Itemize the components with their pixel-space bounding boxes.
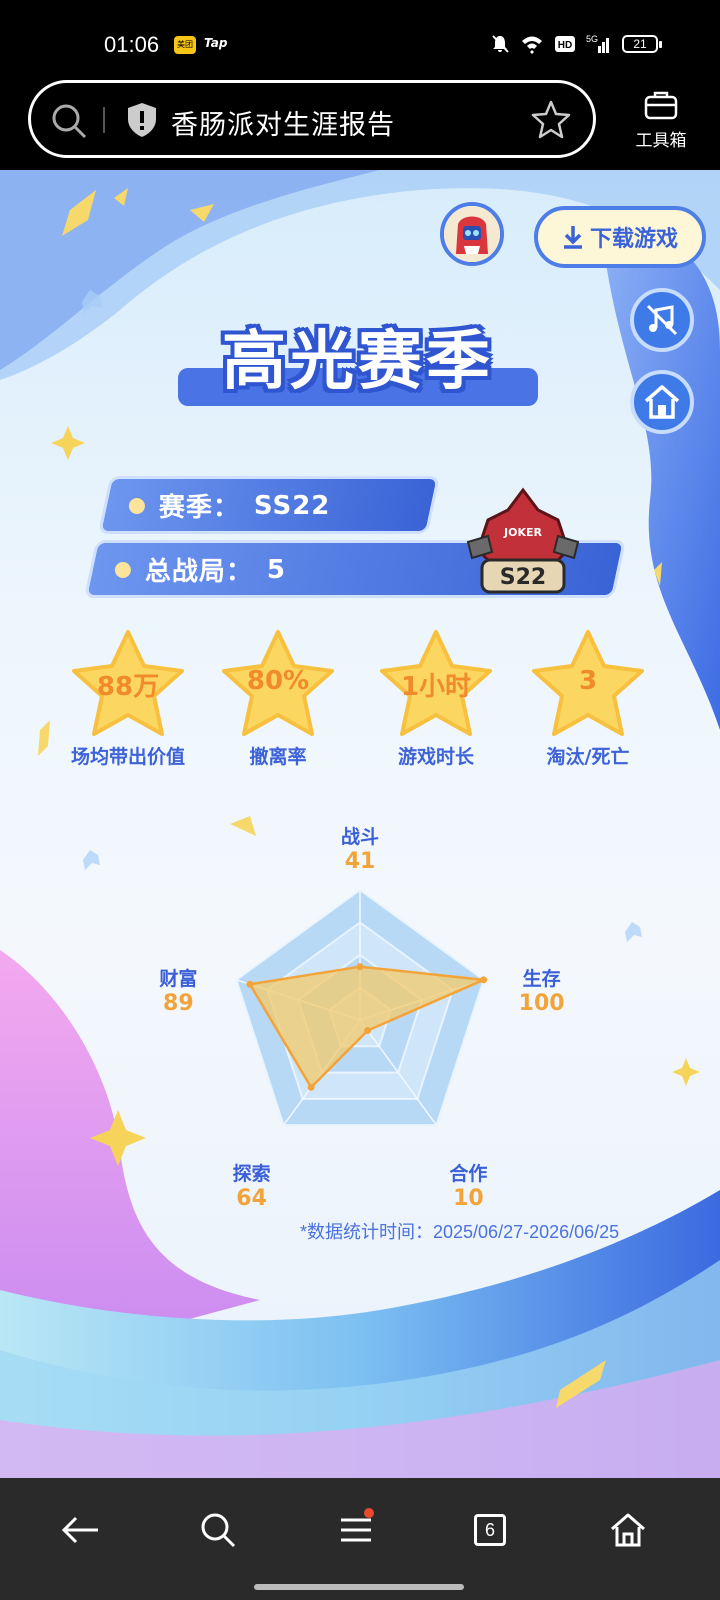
bullet-dot bbox=[128, 497, 145, 514]
browser-address-bar: 香肠派对生涯报告 工具箱 bbox=[0, 70, 720, 170]
badge-season: S22 bbox=[500, 565, 546, 590]
avatar-image bbox=[444, 206, 500, 262]
shield-icon[interactable] bbox=[125, 101, 159, 139]
notification-dot bbox=[364, 1508, 374, 1518]
toolbox-icon bbox=[644, 91, 678, 120]
radar-axis-name: 探索 bbox=[232, 1163, 271, 1186]
tap-app-icon: Tap bbox=[204, 36, 228, 50]
stat-extraction-rate: 80% 撤离率 bbox=[208, 628, 348, 769]
badge-text: JOKER bbox=[503, 526, 542, 539]
radar-axis-name: 生存 bbox=[522, 967, 561, 990]
stat-value: 1小时 bbox=[400, 672, 472, 702]
radar-data-point bbox=[356, 963, 364, 971]
bookmark-star-icon[interactable] bbox=[531, 99, 571, 139]
stat-label: 场均带出价值 bbox=[70, 746, 185, 768]
home-button[interactable] bbox=[630, 370, 694, 434]
search-icon bbox=[201, 1513, 236, 1548]
toolbox-label: 工具箱 bbox=[635, 131, 687, 151]
gesture-home-indicator[interactable] bbox=[254, 1584, 464, 1590]
radar-axis-label: 战斗 41 bbox=[320, 822, 400, 874]
tab-count: 6 bbox=[474, 1514, 506, 1546]
radar-data-point bbox=[246, 980, 254, 988]
radar-axis-value: 89 bbox=[163, 990, 194, 1016]
radar-axis-value: 64 bbox=[236, 1186, 267, 1212]
avatar[interactable] bbox=[440, 202, 504, 266]
stat-kd-ratio: 3 淘汰/死亡 bbox=[518, 628, 658, 769]
radar-axis-value: 41 bbox=[344, 849, 376, 874]
hd-icon: HD bbox=[555, 36, 575, 52]
status-bar: 01:06 美团 Tap HD 5G 21 bbox=[0, 0, 720, 80]
menu-button[interactable] bbox=[326, 1500, 386, 1560]
stat-value: 3 bbox=[578, 666, 598, 696]
radar-axis-value: 10 bbox=[453, 1186, 484, 1212]
radar-axis-value: 100 bbox=[518, 990, 565, 1016]
url-field[interactable]: 香肠派对生涯报告 bbox=[28, 80, 596, 158]
career-report-page: 下载游戏 高光赛季 赛季： SS22 总战局： 5 JOKER S22 88万 … bbox=[0, 170, 720, 1478]
music-toggle-button[interactable] bbox=[630, 288, 694, 352]
mute-icon bbox=[492, 35, 509, 53]
rank-badge-icon: JOKER S22 bbox=[466, 487, 580, 594]
svg-text:HD: HD bbox=[558, 40, 572, 51]
battery-icon: 21 bbox=[622, 35, 662, 53]
url-divider bbox=[103, 107, 105, 133]
radar-data-point bbox=[307, 1083, 315, 1091]
radar-axis-label: 生存 100 bbox=[502, 964, 582, 1016]
radar-axis-label: 探索 64 bbox=[212, 1159, 292, 1211]
stat-label: 撤离率 bbox=[249, 746, 307, 768]
radar-axis-name: 财富 bbox=[159, 967, 198, 990]
matches-label: 总战局： bbox=[144, 557, 253, 587]
tabs-button[interactable]: 6 bbox=[460, 1500, 520, 1560]
data-period-footnote: *数据统计时间：2025/06/27-2026/06/25 bbox=[300, 1222, 620, 1242]
radar-axis-name: 合作 bbox=[449, 1163, 488, 1186]
svg-text:5G: 5G bbox=[586, 34, 598, 44]
radar-axis-label: 财富 89 bbox=[138, 964, 218, 1016]
menu-icon bbox=[341, 1518, 371, 1542]
page-heading: 高光赛季 bbox=[222, 325, 494, 399]
meituan-app-icon: 美团 bbox=[174, 36, 196, 54]
season-title-banner: 高光赛季 bbox=[178, 310, 538, 410]
home-nav-button[interactable] bbox=[598, 1500, 658, 1560]
stat-play-time: 1小时 游戏时长 bbox=[366, 628, 506, 769]
search-icon[interactable] bbox=[49, 101, 89, 141]
radar-axis-label: 合作 10 bbox=[428, 1159, 508, 1211]
home-icon bbox=[611, 1513, 645, 1547]
browser-bottom-nav: 6 bbox=[0, 1478, 720, 1600]
download-game-button[interactable]: 下载游戏 bbox=[534, 206, 706, 268]
radar-data-point bbox=[364, 1027, 372, 1035]
season-value: SS22 bbox=[253, 490, 331, 521]
back-button[interactable] bbox=[50, 1500, 110, 1560]
stat-label: 淘汰/死亡 bbox=[546, 746, 630, 768]
back-arrow-icon bbox=[61, 1516, 98, 1544]
download-icon bbox=[563, 226, 582, 249]
stat-avg-value: 88万 场均带出价值 bbox=[58, 628, 198, 769]
radar-axis-name: 战斗 bbox=[340, 826, 379, 848]
stat-value: 88万 bbox=[96, 672, 160, 702]
page-title: 香肠派对生涯报告 bbox=[171, 110, 395, 141]
download-label: 下载游戏 bbox=[589, 227, 678, 252]
music-off-icon bbox=[646, 304, 678, 336]
toolbox-button[interactable]: 工具箱 bbox=[616, 90, 706, 151]
bullet-dot bbox=[114, 561, 131, 578]
home-icon bbox=[644, 385, 680, 419]
stat-label: 游戏时长 bbox=[397, 746, 474, 768]
signal-icon: 5G bbox=[586, 34, 609, 53]
matches-value: 5 bbox=[266, 554, 287, 585]
search-button[interactable] bbox=[188, 1500, 248, 1560]
radar-data-point bbox=[480, 976, 488, 984]
season-label: 赛季： bbox=[158, 493, 240, 523]
stat-value: 80% bbox=[246, 666, 310, 696]
status-time: 01:06 bbox=[104, 32, 160, 57]
season-row: 赛季： SS22 bbox=[97, 476, 441, 534]
wifi-icon bbox=[522, 36, 542, 54]
